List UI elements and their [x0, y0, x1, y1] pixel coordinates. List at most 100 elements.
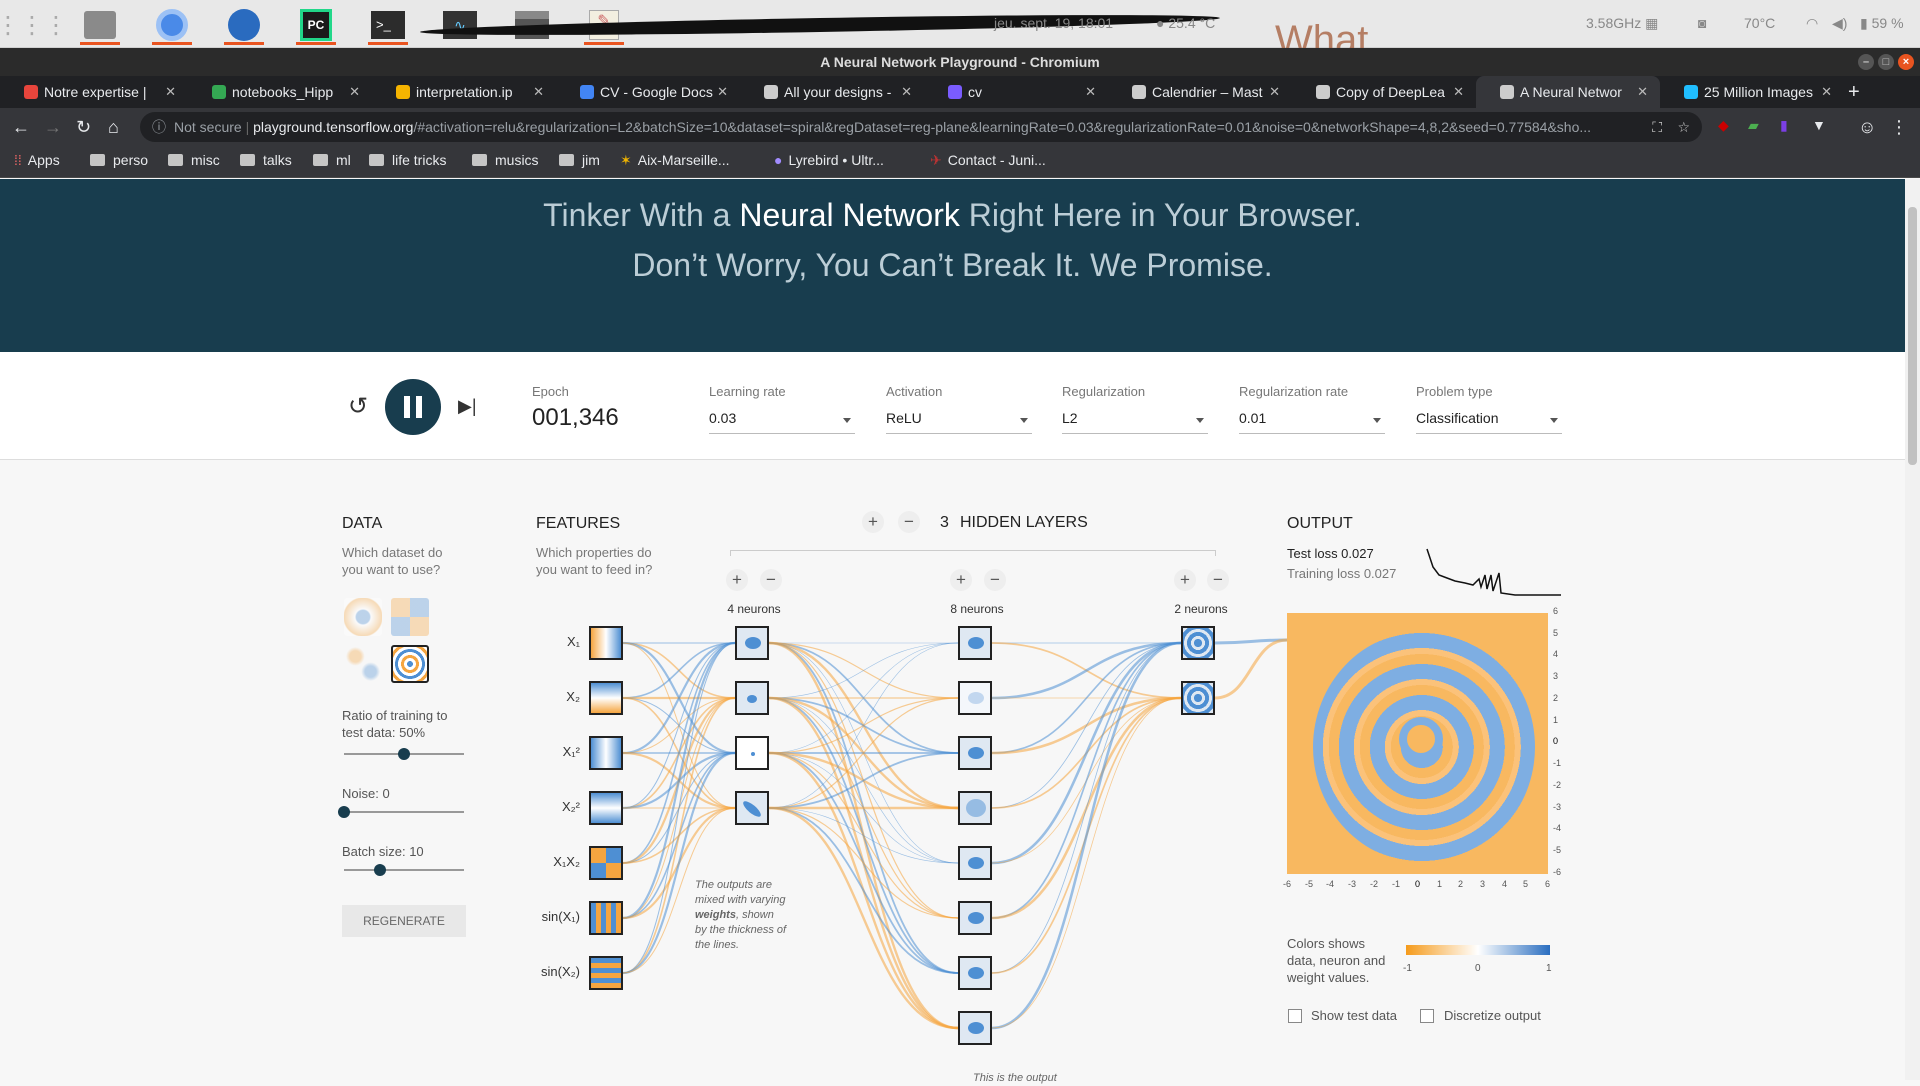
chromium-app-icon[interactable]: [144, 5, 200, 45]
add-neuron-layer-3[interactable]: +: [1174, 569, 1196, 591]
feature-x1-squared[interactable]: [589, 736, 623, 770]
weight-link[interactable]: [768, 697, 959, 754]
weight-link[interactable]: [622, 642, 736, 809]
close-window-icon[interactable]: ×: [1898, 54, 1914, 70]
tab-6[interactable]: Calendrier – Mast ✕: [1108, 76, 1292, 108]
weight-link[interactable]: [768, 751, 959, 1030]
bookmark-lyrebird[interactable]: ● Lyrebird • Ultr...: [774, 152, 884, 168]
terminal-app-icon[interactable]: >_: [360, 5, 416, 45]
weight-link[interactable]: [991, 641, 1182, 700]
weight-link[interactable]: [768, 641, 959, 810]
home-icon[interactable]: ⌂: [108, 117, 119, 138]
weight-link[interactable]: [768, 697, 959, 919]
weight-link[interactable]: [768, 696, 959, 810]
dataset-spiral-selected[interactable]: [391, 645, 429, 683]
weight-link[interactable]: [622, 752, 736, 864]
weight-link[interactable]: [768, 642, 959, 699]
weight-link[interactable]: [622, 641, 736, 755]
weight-link[interactable]: [991, 642, 1182, 974]
close-tab-icon[interactable]: ✕: [717, 76, 728, 108]
weight-link[interactable]: [991, 642, 1182, 919]
weight-link[interactable]: [991, 642, 1182, 699]
weight-link[interactable]: [768, 697, 959, 754]
feature-x2-squared[interactable]: [589, 791, 623, 825]
close-tab-icon[interactable]: ✕: [1085, 76, 1096, 108]
bookmark-folder-talks[interactable]: talks: [240, 152, 292, 168]
weight-link[interactable]: [768, 697, 959, 809]
weight-link[interactable]: [622, 751, 736, 810]
scrollbar-thumb[interactable]: [1908, 207, 1917, 465]
bookmark-apps[interactable]: ⁞⁞ Apps: [14, 152, 60, 168]
layer-1-neuron[interactable]: [735, 736, 769, 770]
close-tab-icon[interactable]: ✕: [349, 76, 360, 108]
wifi-icon[interactable]: ◠: [1806, 15, 1818, 32]
layer-3-neuron[interactable]: [1181, 626, 1215, 660]
activation-select[interactable]: ReLU: [886, 410, 1032, 434]
layer-2-neuron[interactable]: [958, 626, 992, 660]
ratio-slider[interactable]: [344, 748, 464, 760]
weight-link[interactable]: [768, 642, 959, 809]
step-icon[interactable]: ▶|: [458, 396, 477, 417]
weight-link[interactable]: [768, 642, 959, 699]
cpu-frequency[interactable]: 3.58GHz ▦: [1586, 15, 1658, 32]
layer-2-neuron[interactable]: [958, 956, 992, 990]
weight-link[interactable]: [622, 697, 736, 809]
learning-rate-select[interactable]: 0.03: [709, 410, 855, 434]
weight-link[interactable]: [622, 697, 736, 809]
pycharm-app-icon[interactable]: PC: [288, 5, 344, 45]
weight-link[interactable]: [991, 642, 1182, 809]
weight-link[interactable]: [991, 697, 1182, 1029]
weight-link[interactable]: [768, 697, 959, 864]
weather-indicator[interactable]: ● 25.4 °C: [1156, 15, 1215, 31]
extension-i-icon[interactable]: ▮: [1780, 117, 1788, 134]
show-test-data-checkbox[interactable]: [1288, 1009, 1302, 1023]
address-bar[interactable]: ⓘ Not secure | playground.tensorflow.org…: [140, 112, 1702, 142]
weight-link[interactable]: [622, 642, 736, 699]
weight-link[interactable]: [768, 752, 959, 974]
weight-link[interactable]: [622, 642, 736, 699]
close-tab-icon[interactable]: ✕: [1821, 76, 1832, 108]
bookmark-folder-musics[interactable]: musics: [472, 152, 539, 168]
profile-avatar-icon[interactable]: ☺: [1858, 117, 1876, 138]
reload-icon[interactable]: ↻: [76, 117, 91, 138]
layer-2-neuron[interactable]: [958, 791, 992, 825]
forward-icon[interactable]: →: [44, 117, 62, 138]
remove-neuron-layer-3[interactable]: −: [1207, 569, 1229, 591]
layer-1-neuron[interactable]: [735, 681, 769, 715]
noise-slider[interactable]: [338, 806, 464, 818]
bookmark-folder-perso[interactable]: perso: [90, 152, 148, 168]
minimize-icon[interactable]: –: [1858, 54, 1874, 70]
weight-link[interactable]: [991, 697, 1182, 974]
output-link[interactable]: [1214, 638, 1288, 700]
weight-link[interactable]: [991, 641, 1182, 1030]
tab-5[interactable]: cv ✕: [924, 76, 1108, 108]
page-scrollbar[interactable]: [1905, 179, 1920, 1080]
layer-1-neuron[interactable]: [735, 791, 769, 825]
pause-button[interactable]: [385, 379, 441, 435]
weight-link[interactable]: [622, 641, 736, 920]
layer-2-neuron[interactable]: [958, 1011, 992, 1045]
system-monitor-icon[interactable]: ∿: [432, 5, 488, 45]
weight-link[interactable]: [622, 751, 736, 810]
discretize-output-label[interactable]: Discretize output: [1444, 1008, 1541, 1023]
extension-v-icon[interactable]: ▼: [1812, 117, 1826, 133]
tab-4[interactable]: All your designs - ✕: [740, 76, 924, 108]
weight-link[interactable]: [768, 642, 959, 754]
bookmark-contact[interactable]: ✈ Contact - Juni...: [930, 152, 1046, 169]
menu-icon[interactable]: ⋮: [1890, 117, 1908, 138]
weight-link[interactable]: [622, 697, 736, 754]
add-layer-button[interactable]: +: [862, 511, 884, 533]
weight-link[interactable]: [768, 642, 959, 864]
weight-link[interactable]: [768, 641, 959, 1030]
tab-8-active[interactable]: A Neural Networ ✕: [1476, 76, 1660, 108]
layer-2-neuron[interactable]: [958, 681, 992, 715]
weight-link[interactable]: [622, 807, 736, 864]
tab-1[interactable]: notebooks_Hipp ✕: [188, 76, 372, 108]
weight-link[interactable]: [991, 697, 1182, 809]
temperature[interactable]: 70°C: [1744, 15, 1775, 31]
feature-sin-x1[interactable]: [589, 901, 623, 935]
tab-9[interactable]: 25 Million Images ✕: [1660, 76, 1844, 108]
weight-link[interactable]: [622, 697, 736, 754]
layer-1-neuron[interactable]: [735, 626, 769, 660]
discretize-output-checkbox[interactable]: [1420, 1009, 1434, 1023]
